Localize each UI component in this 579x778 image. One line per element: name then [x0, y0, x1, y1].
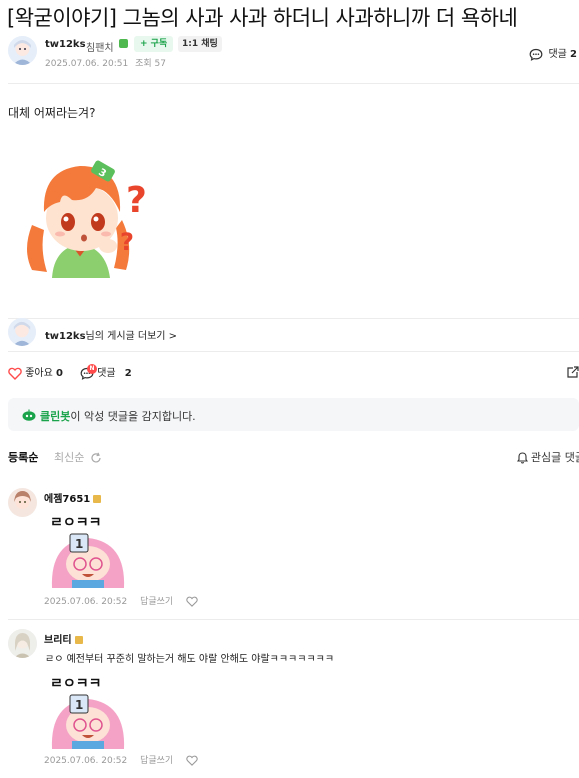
commenter-avatar[interactable]	[8, 488, 37, 517]
cleanbot-message: 이 악성 댓글을 감지합니다.	[70, 410, 196, 423]
author-avatar[interactable]	[8, 36, 37, 65]
header-divider	[8, 83, 579, 84]
like-button[interactable]: 좋아요 0	[8, 364, 63, 380]
more-posts-suffix: 님의 게시글 더보기 >	[85, 331, 178, 342]
comment-count-label: 댓글	[548, 49, 567, 60]
refresh-icon[interactable]	[90, 452, 102, 464]
heart-icon[interactable]	[186, 755, 198, 766]
rank-icon	[119, 39, 128, 48]
sticker-caption: ㄹㅇㅋㅋ	[50, 676, 102, 692]
member-badge-icon	[74, 636, 83, 644]
like-count: 0	[55, 368, 63, 379]
post-title: [왁굳이야기] 그놈의 사과 사과 하더니 사과하니까 더 욕하네	[7, 6, 518, 30]
reply-button[interactable]: 답글쓰기	[140, 756, 173, 766]
more-posts-link[interactable]: tw12ks님의 게시글 더보기 >	[8, 318, 579, 348]
author-row: tw12ks 침팬치 + 구독 1:1 채팅 2025.07.06. 20:51…	[8, 36, 579, 72]
comment-date: 2025.07.06. 20:52	[44, 756, 128, 766]
comment-divider	[8, 619, 579, 620]
comment-bubble-icon	[529, 48, 543, 61]
sort-latest-label: 최신순	[54, 451, 85, 464]
cleanbot-text: 클린봇이 악성 댓글을 감지합니다.	[40, 408, 196, 424]
more-posts-author: tw12ks	[45, 331, 86, 342]
comment-item: 브리티 ㄹㅇ 예전부터 꾸준히 말하는거 해도 야랄 안해도 야랄ㅋㅋㅋㅋㅋㅋㅋ…	[8, 629, 579, 769]
member-badge-icon	[93, 495, 102, 503]
commenter-avatar[interactable]	[8, 629, 37, 658]
cleanbot-name: 클린봇	[40, 410, 71, 423]
more-posts-divider-bottom	[8, 351, 579, 352]
heart-icon[interactable]	[186, 596, 198, 607]
svg-text:1: 1	[75, 698, 83, 712]
post-body-text: 대체 어쩌라는겨?	[8, 106, 96, 120]
reply-button[interactable]: 답글쓰기	[140, 597, 173, 607]
post-sticker-image: 3 ? ?	[22, 150, 158, 278]
comment-meta: 2025.07.06. 20:52 답글쓰기	[44, 594, 198, 607]
bell-icon	[516, 452, 528, 464]
post-actions: 좋아요 0 N 댓글 2	[8, 363, 579, 384]
author-name[interactable]: tw12ks	[45, 39, 86, 50]
more-posts-avatar	[8, 318, 36, 346]
share-icon[interactable]	[567, 366, 579, 378]
comment-item: 에젬7651 ㄹㅇㅋㅋ 1 2025.07.06. 20:52 답글쓰기	[8, 488, 579, 614]
svg-text:?: ?	[120, 228, 134, 256]
watch-label: 관심글 댓글	[530, 451, 579, 464]
comment-label: 댓글	[97, 368, 116, 379]
comment-count-link[interactable]: 댓글 2	[529, 45, 577, 61]
comment-sticker-image: ㄹㅇㅋㅋ 1	[44, 512, 132, 588]
watch-comments-toggle[interactable]: 관심글 댓글	[516, 449, 579, 465]
like-label: 좋아요	[25, 368, 53, 379]
comment-sort-row: 등록순 최신순 관심글 댓글	[8, 447, 579, 465]
commenter-nick-text: 브리티	[44, 635, 72, 646]
subscribe-button[interactable]: + 구독	[134, 36, 174, 52]
new-badge: N	[87, 363, 97, 374]
comment-text: ㄹㅇ 예전부터 꾸준히 말하는거 해도 야랄 안해도 야랄ㅋㅋㅋㅋㅋㅋㅋ	[45, 654, 335, 665]
comment-date: 2025.07.06. 20:52	[44, 597, 128, 607]
post-meta: 2025.07.06. 20:51 조회 57	[45, 56, 166, 69]
more-posts-label: tw12ks님의 게시글 더보기 >	[45, 327, 177, 342]
comment-meta: 2025.07.06. 20:52 답글쓰기	[44, 753, 198, 766]
comment-sticker-image: ㄹㅇㅋㅋ 1	[44, 673, 132, 749]
post-date: 2025.07.06. 20:51	[45, 59, 129, 69]
sort-registered[interactable]: 등록순	[8, 449, 38, 465]
svg-text:?: ?	[126, 180, 147, 221]
sticker-caption: ㄹㅇㅋㅋ	[50, 515, 102, 531]
cleanbot-notice: 클린봇이 악성 댓글을 감지합니다.	[8, 398, 579, 431]
commenter-nick[interactable]: 브리티	[44, 631, 83, 646]
cleanbot-icon	[22, 409, 36, 421]
post-views: 조회 57	[135, 59, 166, 69]
svg-text:1: 1	[75, 537, 83, 551]
commenter-nick-text: 에젬7651	[44, 494, 91, 505]
author-rank: 침팬치	[86, 43, 114, 54]
commenter-nick[interactable]: 에젬7651	[44, 490, 102, 505]
heart-icon	[8, 367, 22, 380]
comment-count-value: 2	[570, 49, 577, 60]
sort-latest[interactable]: 최신순	[54, 449, 102, 465]
chat-button[interactable]: 1:1 채팅	[178, 36, 222, 52]
comment-count: 2	[124, 368, 132, 379]
comment-button[interactable]: N 댓글 2	[80, 363, 132, 380]
